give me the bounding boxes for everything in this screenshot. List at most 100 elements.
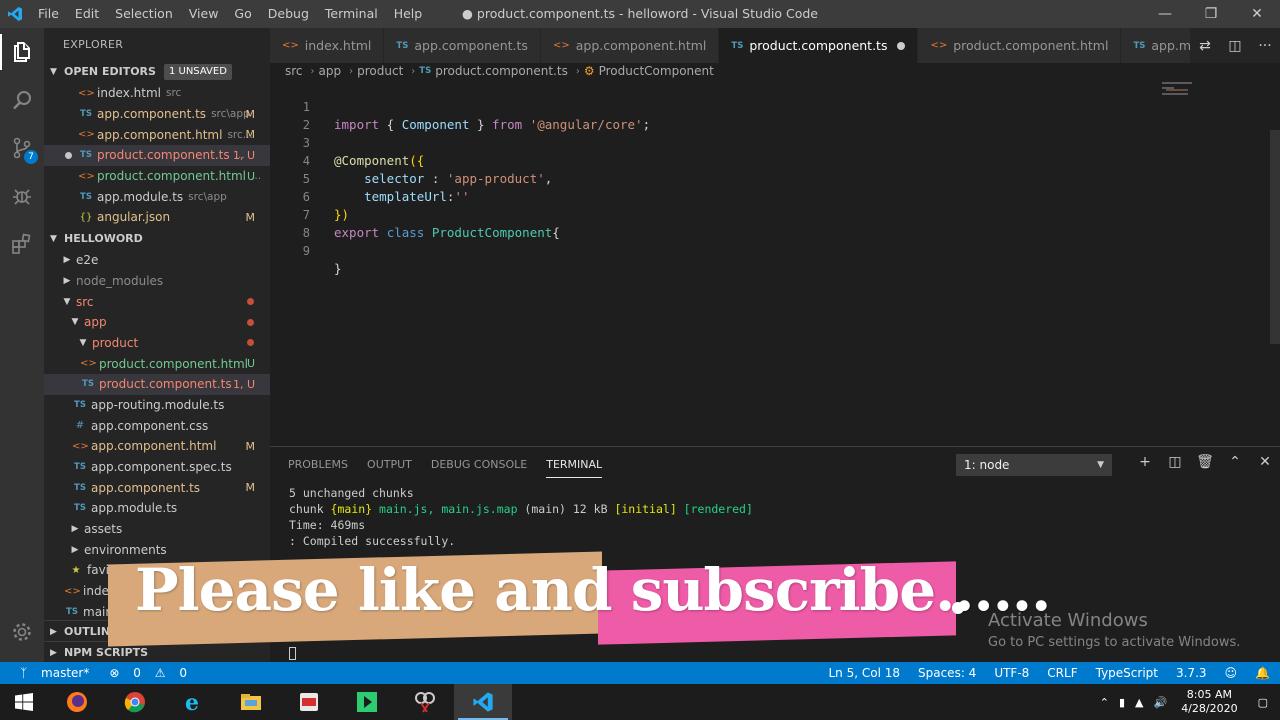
ts-version[interactable]: 3.7.3 (1176, 666, 1207, 680)
menu-debug[interactable]: Debug (260, 0, 317, 28)
breadcrumb-item[interactable]: app (319, 64, 342, 78)
minimap[interactable] (1162, 82, 1202, 96)
problems-indicator[interactable]: ⊗ 0 ⚠ 0 (99, 666, 187, 680)
menu-terminal[interactable]: Terminal (317, 0, 386, 28)
split-editor-icon[interactable]: ◫ (1220, 38, 1250, 54)
menu-selection[interactable]: Selection (107, 0, 181, 28)
restore-icon[interactable]: ❐ (1188, 0, 1234, 28)
menu-help[interactable]: Help (386, 0, 431, 28)
breadcrumb-item[interactable]: product.component.ts (435, 64, 568, 78)
open-editor-item[interactable]: <> product.component.html ... U (44, 166, 270, 187)
unsaved-dot-icon[interactable] (897, 41, 906, 50)
action-center-icon[interactable]: ▢ (1258, 696, 1268, 709)
minimize-icon[interactable]: — (1142, 0, 1188, 28)
tab-output[interactable]: OUTPUT (367, 452, 412, 477)
menu-edit[interactable]: Edit (67, 0, 107, 28)
tab-problems[interactable]: PROBLEMS (288, 452, 348, 477)
debug-icon[interactable] (0, 172, 44, 220)
system-tray: ⌃ ▮ ▲ 🔊 8:05 AM 4/28/2020 ▢ (1100, 684, 1280, 720)
git-branch[interactable]: ᛉ master* (10, 666, 89, 680)
open-editor-item[interactable]: <> app.component.html src... M (44, 124, 270, 145)
tab-debug-console[interactable]: DEBUG CONSOLE (431, 452, 527, 477)
terminal-select[interactable]: 1: node ▼ (956, 454, 1112, 476)
tree-folder[interactable]: ▼ product (44, 333, 270, 354)
breadcrumb-item[interactable]: src (285, 64, 303, 78)
menu-file[interactable]: File (30, 0, 67, 28)
decorator: @Component (334, 153, 410, 168)
project-section[interactable]: ▼ HELLOWORD (44, 228, 270, 250)
vscode-taskbar-icon[interactable] (454, 684, 512, 720)
chevron-right-icon: › (575, 65, 580, 77)
tree-file[interactable]: TS app.module.ts (44, 498, 270, 519)
open-editor-path: src\app (188, 190, 227, 203)
maximize-panel-icon[interactable]: ⌃ (1220, 454, 1250, 470)
open-editor-item-active[interactable]: TS product.component.ts ... 1, U (44, 145, 270, 166)
acrobat-icon[interactable] (280, 684, 338, 720)
line-ending[interactable]: CRLF (1047, 666, 1077, 680)
breadcrumb-item[interactable]: product (357, 64, 403, 78)
tab-app-component-ts[interactable]: TS app.component.ts (384, 28, 541, 63)
trash-icon[interactable]: 🗑 (1190, 454, 1220, 470)
more-actions-icon[interactable]: ··· (1250, 38, 1280, 54)
tree-item-label: app.component.css (91, 418, 209, 433)
tree-file[interactable]: # app.component.css (44, 415, 270, 436)
snipping-tool-icon[interactable] (396, 684, 454, 720)
windows-taskbar: e ⌃ ▮ ▲ 🔊 8:05 AM 4/28/2020 ▢ (0, 684, 1280, 720)
tree-file[interactable]: <> app.component.html M (44, 436, 270, 457)
volume-icon[interactable]: 🔊 (1153, 696, 1167, 709)
tree-folder[interactable]: ▶ e2e (44, 250, 270, 271)
tree-file[interactable]: TS app.component.ts M (44, 477, 270, 498)
tab-product-component-ts[interactable]: TS product.component.ts (719, 28, 919, 63)
close-panel-icon[interactable]: ✕ (1250, 454, 1280, 470)
feedback-icon[interactable]: ☺ (1225, 666, 1238, 680)
search-icon[interactable] (0, 76, 44, 124)
open-editor-item[interactable]: TS app.component.ts src\app M (44, 104, 270, 125)
chrome-icon[interactable] (106, 684, 164, 720)
manage-gear-icon[interactable] (0, 608, 44, 656)
show-hidden-icons-icon[interactable]: ⌃ (1100, 696, 1109, 709)
open-editor-name: product.component.ts (97, 148, 230, 163)
network-icon[interactable]: ▲ (1135, 696, 1143, 709)
app-launcher-icon[interactable] (338, 684, 396, 720)
tree-folder[interactable]: ▶ assets (44, 519, 270, 540)
tab-index-html[interactable]: <> index.html (270, 28, 385, 63)
open-editor-item[interactable]: {} angular.json M (44, 207, 270, 228)
notifications-icon[interactable]: 🔔 (1255, 666, 1270, 680)
breadcrumb-item[interactable]: ProductComponent (599, 64, 714, 78)
tab-app-component-html[interactable]: <> app.component.html (540, 28, 720, 63)
close-icon[interactable]: ✕ (1234, 0, 1280, 28)
tree-file-selected[interactable]: TS product.component.ts 1, U (44, 373, 270, 395)
firefox-icon[interactable] (48, 684, 106, 720)
code-editor[interactable]: 1 import { Component } from '@angular/co… (270, 80, 1280, 446)
menu-view[interactable]: View (181, 0, 227, 28)
internet-explorer-icon[interactable]: e (164, 684, 222, 720)
tree-folder[interactable]: ▼ app (44, 312, 270, 333)
tree-file[interactable]: TS app-routing.module.ts (44, 395, 270, 416)
tree-folder[interactable]: ▼ src (44, 291, 270, 312)
tab-terminal[interactable]: TERMINAL (546, 452, 603, 478)
battery-icon[interactable]: ▮ (1119, 696, 1125, 709)
open-editor-item[interactable]: <> index.html src (44, 83, 270, 104)
explorer-icon[interactable] (0, 28, 44, 76)
open-changes-icon[interactable]: ⇄ (1190, 38, 1220, 54)
unsaved-dot-icon[interactable] (65, 151, 72, 159)
clock[interactable]: 8:05 AM 4/28/2020 (1181, 688, 1237, 716)
tree-file[interactable]: <> product.component.html U (44, 353, 270, 374)
cursor-position[interactable]: Ln 5, Col 18 (828, 666, 900, 680)
open-editor-item[interactable]: TS app.module.ts src\app (44, 186, 270, 207)
tab-product-component-html[interactable]: <> product.component.html (918, 28, 1122, 63)
indentation[interactable]: Spaces: 4 (918, 666, 976, 680)
add-terminal-icon[interactable]: + (1130, 454, 1160, 470)
extensions-icon[interactable] (0, 220, 44, 268)
language-mode[interactable]: TypeScript (1096, 666, 1158, 680)
windows-start-icon[interactable] (0, 684, 48, 720)
tree-file[interactable]: TS app.component.spec.ts (44, 457, 270, 478)
tree-folder[interactable]: ▶ node_modules (44, 271, 270, 292)
split-terminal-icon[interactable]: ◫ (1160, 454, 1190, 470)
open-editors-section[interactable]: ▼ OPEN EDITORS 1 UNSAVED (44, 61, 270, 83)
file-explorer-icon[interactable] (222, 684, 280, 720)
source-control-icon[interactable]: 7 (0, 124, 44, 172)
vertical-scrollbar[interactable] (1270, 130, 1280, 344)
menu-go[interactable]: Go (226, 0, 259, 28)
encoding[interactable]: UTF-8 (994, 666, 1029, 680)
